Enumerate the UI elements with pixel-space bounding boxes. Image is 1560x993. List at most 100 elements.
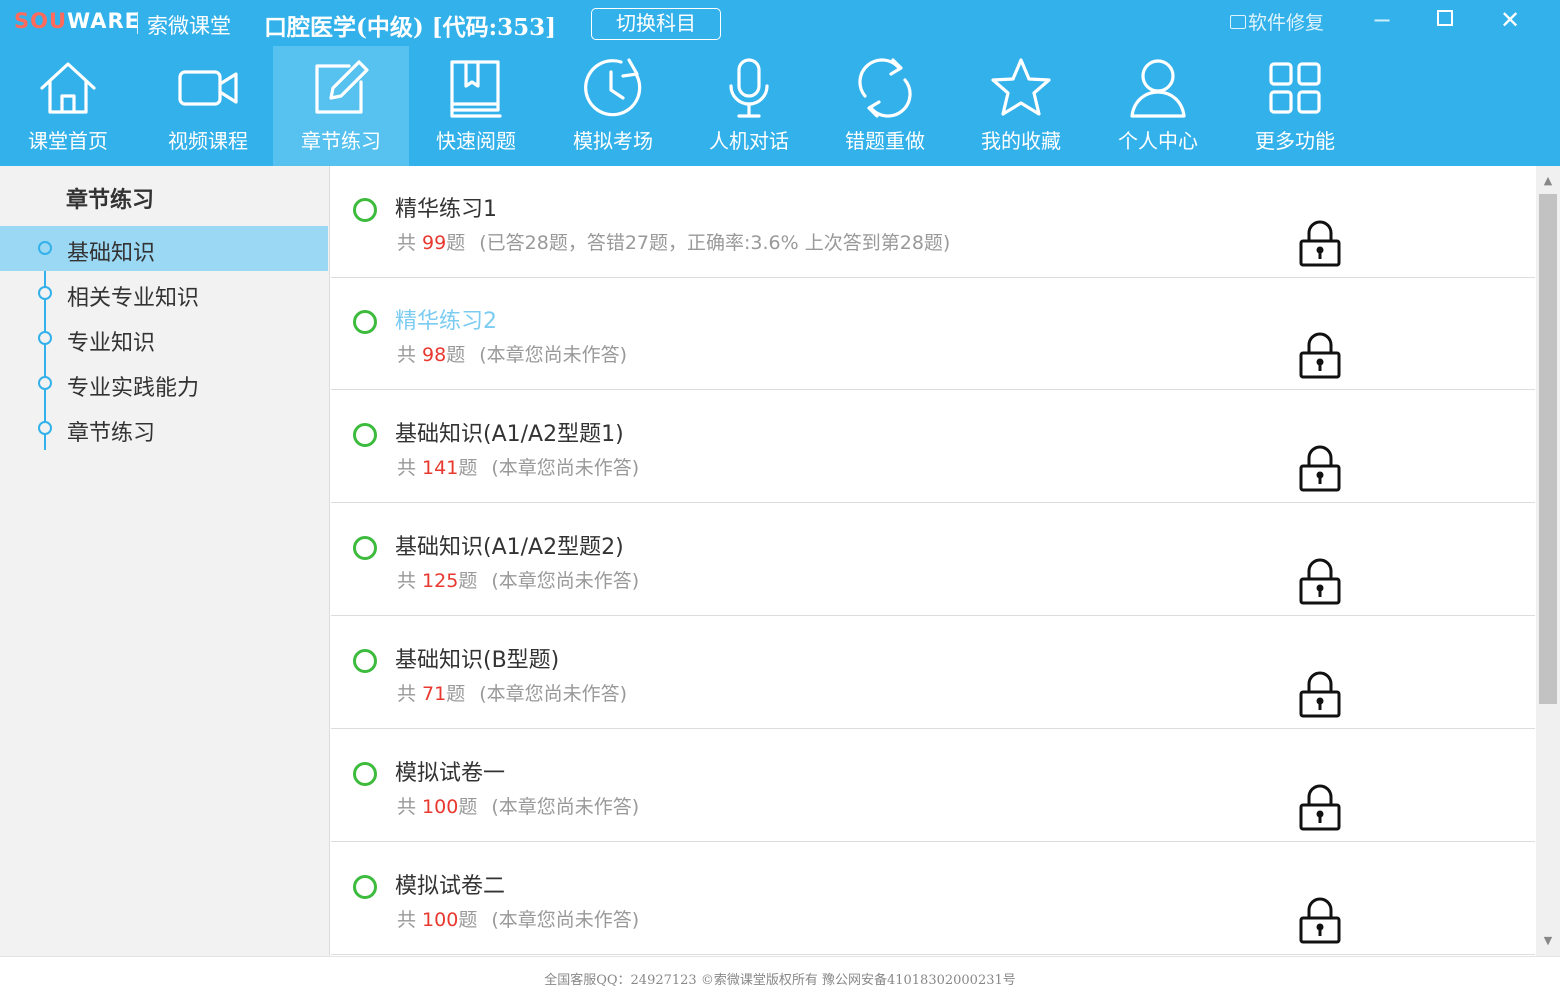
nav-label: 模拟考场 [573, 129, 653, 153]
nav-favorites[interactable]: 我的收藏 [953, 46, 1089, 166]
scroll-thumb[interactable] [1539, 194, 1557, 704]
lock-icon [1299, 558, 1341, 605]
nav-label: 课堂首页 [28, 129, 108, 153]
lock-button[interactable] [1297, 444, 1343, 492]
exercise-row[interactable]: 模拟试卷一 共 100题 (本章您尚未作答) [331, 730, 1535, 842]
status-circle-icon [353, 875, 377, 899]
exercise-row[interactable]: 精华练习1 共 99题 (已答28题，答错27题，正确率:3.6% 上次答到第28… [331, 166, 1535, 278]
vertical-scrollbar[interactable]: ▲ ▼ [1536, 166, 1560, 956]
repair-icon [1230, 14, 1246, 29]
exercise-title: 基础知识(A1/A2型题2) [395, 535, 624, 560]
nav-chapter-practice[interactable]: 章节练习 [273, 46, 409, 166]
video-camera-icon [178, 70, 238, 106]
nav-label: 视频课程 [168, 129, 248, 153]
nav-personal-center[interactable]: 个人中心 [1090, 46, 1226, 166]
maximize-button[interactable] [1425, 4, 1465, 36]
total-prefix: 共 [397, 683, 423, 705]
sidebar-item-label: 相关专业知识 [67, 286, 200, 311]
lock-button[interactable] [1297, 557, 1343, 605]
top-bar: SOUWARE 索微课堂 口腔医学(中级) [代码:353] 切换科目 软件修复… [0, 0, 1560, 166]
brand-divider [137, 12, 138, 34]
nav-home[interactable]: 课堂首页 [0, 46, 136, 166]
answer-status: (本章您尚未作答) [491, 796, 640, 818]
lock-icon [1299, 220, 1341, 267]
question-unit: 题 [446, 683, 466, 705]
sidebar-item-label: 专业实践能力 [67, 376, 200, 401]
nav-quick-read[interactable]: 快速阅题 [408, 46, 544, 166]
sidebar-item-chapter-practice[interactable]: 章节练习 [0, 406, 328, 451]
home-icon [40, 62, 96, 114]
question-unit: 题 [458, 457, 478, 479]
exercise-summary: 共 141题 (本章您尚未作答) [397, 453, 639, 480]
sidebar: 章节练习 基础知识 相关专业知识 专业知识 专业实践能力 章节练习 [0, 166, 330, 956]
user-icon [1130, 59, 1186, 118]
close-button[interactable]: ✕ [1490, 4, 1530, 36]
total-prefix: 共 [397, 457, 423, 479]
microphone-icon [729, 58, 769, 118]
footer-copyright: 全国客服QQ：24927123 ©索微课堂版权所有 豫公网安备410183020… [544, 973, 1016, 988]
lock-button[interactable] [1297, 219, 1343, 267]
total-prefix: 共 [397, 909, 423, 931]
exercise-title: 基础知识(A1/A2型题1) [395, 422, 624, 447]
subject-title: 口腔医学(中级) [代码:353] [264, 14, 557, 41]
scroll-up-icon[interactable]: ▲ [1536, 170, 1560, 192]
exercise-title: 模拟试卷一 [395, 761, 506, 786]
minimize-button[interactable]: − [1362, 4, 1402, 36]
status-circle-icon [353, 423, 377, 447]
exercise-title: 精华练习1 [395, 197, 497, 222]
nav-label: 章节练习 [301, 129, 381, 153]
total-prefix: 共 [397, 344, 423, 366]
nav-label: 错题重做 [845, 129, 925, 153]
question-unit: 题 [446, 232, 466, 254]
exercise-row[interactable]: 基础知识(A1/A2型题1) 共 141题 (本章您尚未作答) [331, 391, 1535, 503]
lock-button[interactable] [1297, 670, 1343, 718]
exercise-row[interactable]: 模拟试卷二 共 100题 (本章您尚未作答) [331, 843, 1535, 955]
question-count: 98 [422, 344, 447, 366]
timeline-dot-icon [38, 331, 52, 345]
sidebar-item-label: 章节练习 [67, 421, 156, 446]
lock-icon [1299, 445, 1341, 492]
lock-button[interactable] [1297, 331, 1343, 379]
edit-icon [315, 60, 369, 114]
status-circle-icon [353, 649, 377, 673]
exercise-title: 模拟试卷二 [395, 874, 506, 899]
grid-icon [1269, 62, 1321, 114]
logo-ware: WARE [67, 9, 141, 33]
sidebar-item-practice-ability[interactable]: 专业实践能力 [0, 361, 328, 406]
timeline-dot-icon [38, 241, 52, 255]
status-circle-icon [353, 310, 377, 334]
footer: 全国客服QQ：24927123 ©索微课堂版权所有 豫公网安备410183020… [0, 956, 1560, 993]
nav-more[interactable]: 更多功能 [1227, 46, 1363, 166]
sidebar-item-professional-knowledge[interactable]: 专业知识 [0, 316, 328, 361]
nav-label: 快速阅题 [436, 129, 516, 153]
software-repair-button[interactable]: 软件修复 [1230, 8, 1324, 35]
exercise-row[interactable]: 基础知识(A1/A2型题2) 共 125题 (本章您尚未作答) [331, 504, 1535, 616]
nav-redo-mistakes[interactable]: 错题重做 [817, 46, 953, 166]
answer-status: (本章您尚未作答) [479, 344, 628, 366]
exercise-row[interactable]: 精华练习2 共 98题 (本章您尚未作答) [331, 278, 1535, 390]
question-count: 100 [422, 909, 459, 931]
answer-status: (本章您尚未作答) [479, 683, 628, 705]
sidebar-item-basic-knowledge[interactable]: 基础知识 [0, 226, 328, 271]
status-circle-icon [353, 198, 377, 222]
lock-button[interactable] [1297, 896, 1343, 944]
book-icon [450, 60, 502, 118]
app-window: SOUWARE 索微课堂 口腔医学(中级) [代码:353] 切换科目 软件修复… [0, 0, 1560, 993]
sidebar-item-label: 基础知识 [67, 241, 156, 266]
exercise-title: 基础知识(B型题) [395, 648, 560, 673]
nav-mock-exam[interactable]: 模拟考场 [545, 46, 681, 166]
scroll-down-icon[interactable]: ▼ [1536, 930, 1560, 952]
nav-dialogue[interactable]: 人机对话 [681, 46, 817, 166]
switch-subject-button[interactable]: 切换科目 [591, 8, 721, 40]
question-count: 71 [422, 683, 447, 705]
lock-button[interactable] [1297, 783, 1343, 831]
nav-label: 个人中心 [1118, 129, 1198, 153]
exercise-summary: 共 98题 (本章您尚未作答) [397, 340, 627, 367]
exercise-row[interactable]: 基础知识(B型题) 共 71题 (本章您尚未作答) [331, 617, 1535, 729]
sidebar-item-related-knowledge[interactable]: 相关专业知识 [0, 271, 328, 316]
answer-status: (本章您尚未作答) [491, 909, 640, 931]
exercise-summary: 共 71题 (本章您尚未作答) [397, 679, 627, 706]
nav-video[interactable]: 视频课程 [140, 46, 276, 166]
exercise-summary: 共 125题 (本章您尚未作答) [397, 566, 639, 593]
status-circle-icon [353, 762, 377, 786]
